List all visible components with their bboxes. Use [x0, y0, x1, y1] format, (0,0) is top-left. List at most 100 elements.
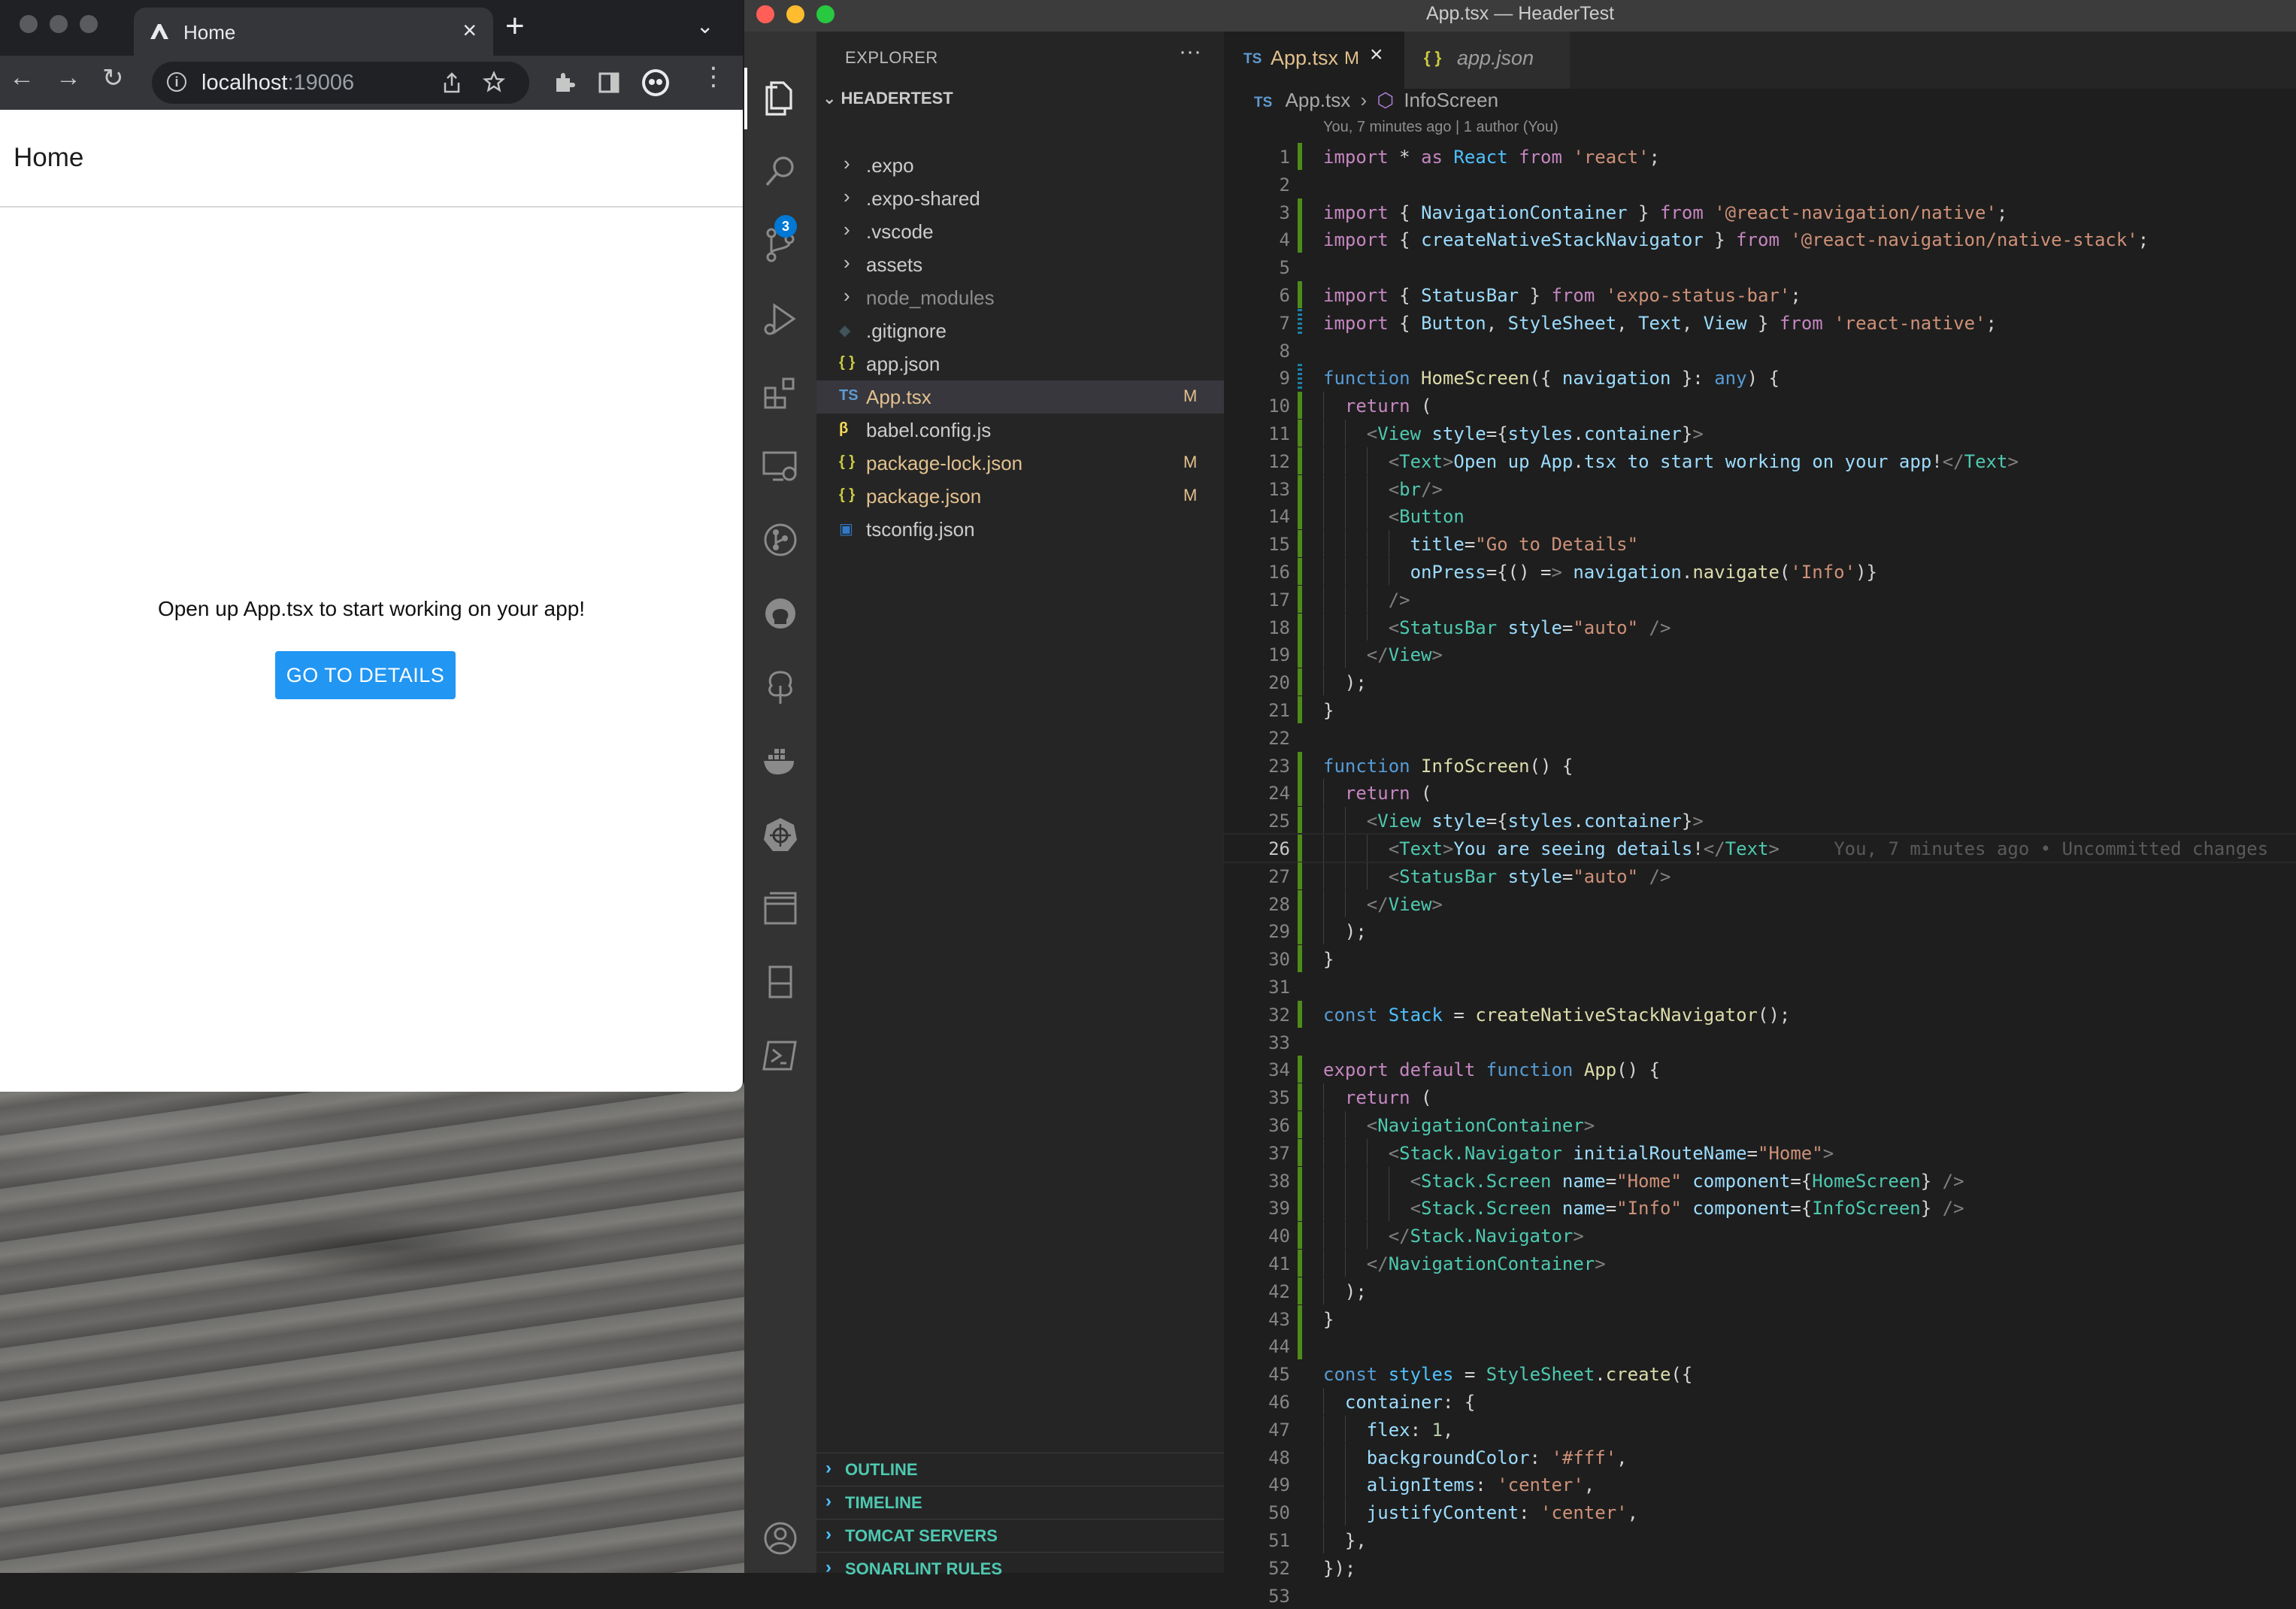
code-line[interactable]: 23 function InfoScreen() { — [1224, 751, 2296, 779]
code-line[interactable]: 49 alignItems: 'center', — [1224, 1471, 2296, 1498]
code-line[interactable]: 13 <br/> — [1224, 474, 2296, 502]
code-line[interactable]: 37 <Stack.Navigator initialRouteName="Ho… — [1224, 1138, 2296, 1166]
chrome-tab-home[interactable]: Home × — [134, 8, 493, 56]
docker-icon[interactable] — [761, 741, 800, 780]
code-line[interactable]: 32 const Stack = createNativeStackNavigat… — [1224, 1000, 2296, 1028]
tree-item[interactable]: { } app.json — [816, 347, 1224, 380]
codelens-blame-header[interactable]: You, 7 minutes ago | 1 author (You) — [1323, 119, 1558, 136]
github-icon[interactable] — [761, 594, 800, 633]
git-gutter-marker[interactable] — [1298, 751, 1302, 779]
code-line[interactable]: 42 ); — [1224, 1277, 2296, 1304]
git-gutter-marker[interactable] — [1298, 1000, 1302, 1028]
back-arrow-icon[interactable]: ← — [9, 63, 35, 92]
git-graph-icon[interactable] — [761, 520, 800, 559]
code-line[interactable]: 28 </View> — [1224, 889, 2296, 917]
git-gutter-marker[interactable] — [1298, 1138, 1302, 1166]
code-line[interactable]: 26 <Text>You are seeing details!</Text> … — [1222, 833, 2296, 863]
database-panel-icon[interactable] — [761, 962, 800, 1001]
git-gutter-marker[interactable] — [1298, 364, 1302, 392]
git-gutter-marker[interactable] — [1298, 1304, 1302, 1332]
git-gutter-marker[interactable] — [1298, 1194, 1302, 1222]
code-line[interactable]: 38 <Stack.Screen name="Home" component={… — [1224, 1166, 2296, 1194]
window-minimize-light[interactable] — [50, 15, 68, 33]
tree-item[interactable]: ▣ tsconfig.json — [816, 513, 1224, 546]
code-line[interactable]: 24 return ( — [1224, 779, 2296, 807]
git-gutter-marker[interactable] — [1298, 1250, 1302, 1277]
git-gutter-marker[interactable] — [1298, 226, 1302, 253]
tree-item[interactable]: ◆ .gitignore — [816, 314, 1224, 347]
git-gutter-marker[interactable] — [1298, 1277, 1302, 1304]
code-line[interactable]: 2 — [1224, 171, 2296, 198]
tree-item[interactable]: › assets — [816, 248, 1224, 281]
window-close-light[interactable] — [20, 15, 38, 33]
git-gutter-marker[interactable] — [1298, 1111, 1302, 1138]
code-line[interactable]: 45 const styles = StyleSheet.create({ — [1224, 1360, 2296, 1387]
code-line[interactable]: 41 </NavigationContainer> — [1224, 1250, 2296, 1277]
timeline-panel-header[interactable]: › TIMELINE — [816, 1486, 1224, 1518]
git-gutter-marker[interactable] — [1298, 779, 1302, 807]
code-line[interactable]: 11 <View style={styles.container}> — [1224, 420, 2296, 447]
code-line[interactable]: 18 <StatusBar style="auto" /> — [1224, 613, 2296, 641]
tab-close-icon[interactable]: × — [1370, 42, 1383, 68]
code-line[interactable]: 14 <Button — [1224, 502, 2296, 530]
code-line[interactable]: 36 <NavigationContainer> — [1224, 1111, 2296, 1138]
code-line[interactable]: 39 <Stack.Screen name="Info" component={… — [1224, 1194, 2296, 1222]
breadcrumb-symbol[interactable]: InfoScreen — [1404, 89, 1498, 111]
tree-item[interactable]: TS App.tsx M — [816, 380, 1224, 414]
git-gutter-marker[interactable] — [1298, 917, 1302, 945]
more-actions-icon[interactable]: ··· — [1179, 39, 1201, 65]
git-gutter-marker[interactable] — [1298, 668, 1302, 696]
tree-item[interactable]: › .expo — [816, 149, 1224, 182]
code-line[interactable]: 9 function HomeScreen({ navigation }: any… — [1224, 364, 2296, 392]
editor-tab-app-json[interactable]: { } app.json — [1404, 32, 1570, 89]
code-line[interactable]: 25 <View style={styles.container}> — [1224, 807, 2296, 835]
code-line[interactable]: 1 import * as React from 'react'; — [1224, 143, 2296, 170]
terminal-panels-icon[interactable] — [761, 889, 800, 928]
git-gutter-marker[interactable] — [1298, 1332, 1302, 1360]
code-line[interactable]: 29 ); — [1224, 917, 2296, 945]
site-info-icon[interactable]: i — [167, 72, 186, 92]
tree-item[interactable]: › .expo-shared — [816, 182, 1224, 215]
code-line[interactable]: 7 import { Button, StyleSheet, Text, View… — [1224, 308, 2296, 336]
git-gutter-marker[interactable] — [1298, 198, 1302, 226]
tree-item[interactable]: { } package.json M — [816, 480, 1224, 513]
sonarlint-panel-header[interactable]: › SONARLINT RULES — [816, 1552, 1224, 1584]
project-section-header[interactable]: ⌄ HEADERTEST — [822, 89, 953, 108]
tab-search-chevron-icon[interactable]: ⌄ — [696, 14, 713, 38]
accounts-icon[interactable] — [761, 1519, 800, 1558]
git-gutter-marker[interactable] — [1298, 392, 1302, 420]
code-line[interactable]: 33 — [1224, 1029, 2296, 1056]
code-line[interactable]: 50 justifyContent: 'center', — [1224, 1498, 2296, 1526]
kebab-menu-icon[interactable]: ⋮ — [701, 62, 726, 92]
code-line[interactable]: 52}); — [1224, 1554, 2296, 1581]
git-gutter-marker[interactable] — [1298, 835, 1302, 862]
tree-item[interactable]: › node_modules — [816, 281, 1224, 314]
code-line[interactable]: 17 /> — [1224, 585, 2296, 613]
bookmark-star-icon[interactable] — [483, 71, 505, 93]
tree-item[interactable]: { } package-lock.json M — [816, 447, 1224, 480]
code-line[interactable]: 8 — [1224, 337, 2296, 364]
git-gutter-marker[interactable] — [1298, 1083, 1302, 1111]
reload-icon[interactable]: ↻ — [102, 63, 124, 93]
git-gutter-marker[interactable] — [1298, 807, 1302, 835]
code-line[interactable]: 12 <Text>Open up App.tsx to start workin… — [1224, 447, 2296, 474]
code-line[interactable]: 44 — [1224, 1332, 2296, 1360]
git-gutter-marker[interactable] — [1298, 641, 1302, 668]
powershell-icon[interactable] — [761, 1036, 800, 1075]
git-gutter-marker[interactable] — [1298, 530, 1302, 558]
code-line[interactable]: 40 </Stack.Navigator> — [1224, 1222, 2296, 1250]
code-line[interactable]: 20 ); — [1224, 668, 2296, 696]
code-line[interactable]: 31 — [1224, 973, 2296, 1000]
git-gutter-marker[interactable] — [1298, 1166, 1302, 1194]
code-line[interactable]: 6 import { StatusBar } from 'expo-status-… — [1224, 281, 2296, 308]
tree-item[interactable]: › .vscode — [816, 215, 1224, 248]
code-line[interactable]: 10 return ( — [1224, 392, 2296, 420]
code-line[interactable]: 4 import { createNativeStackNavigator } f… — [1224, 226, 2296, 253]
go-to-details-button[interactable]: GO TO DETAILS — [275, 651, 456, 699]
git-gutter-marker[interactable] — [1298, 447, 1302, 474]
search-icon[interactable] — [761, 152, 800, 191]
share-icon[interactable] — [442, 72, 462, 93]
code-line[interactable]: 16 onPress={() => navigation.navigate('I… — [1224, 558, 2296, 585]
code-line[interactable]: 19 </View> — [1224, 641, 2296, 668]
code-line[interactable]: 5 — [1224, 253, 2296, 280]
